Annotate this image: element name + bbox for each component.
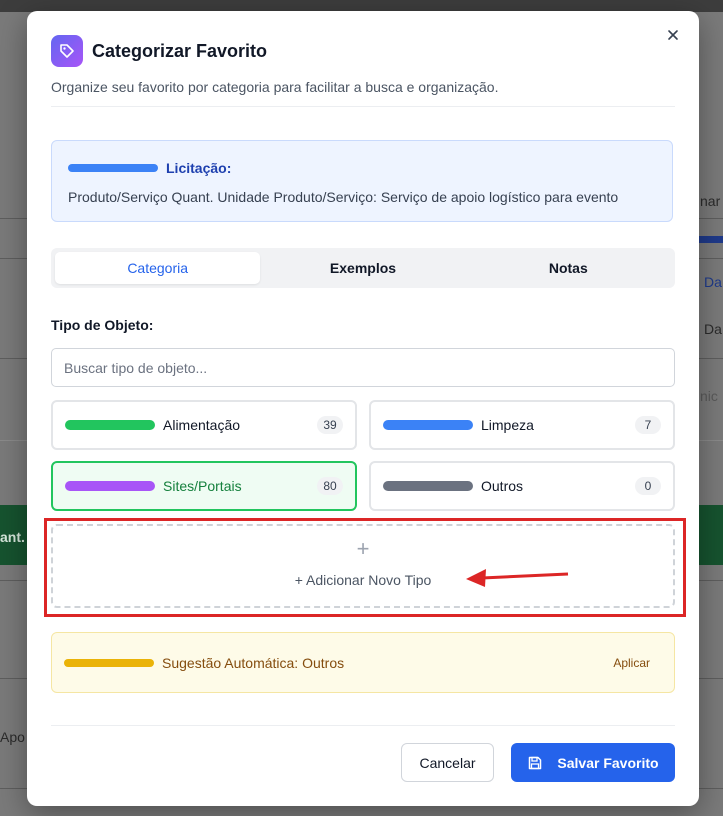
type-color-bar [65,481,155,491]
tipo-objeto-label: Tipo de Objeto: [51,317,154,333]
type-card-alimentacao[interactable]: Alimentação 39 [51,400,357,450]
licitacao-description: Produto/Serviço Quant. Unidade Produto/S… [68,189,619,205]
tag-icon [51,35,83,67]
modal-title: Categorizar Favorito [92,40,268,61]
type-count-badge: 80 [317,477,343,495]
background-text: Apo [0,729,25,745]
type-card-sites-portais[interactable]: Sites/Portais 80 [51,461,357,511]
annotation-arrow-icon [466,569,569,587]
tab-exemplos[interactable]: Exemplos [260,252,465,284]
save-icon [529,756,542,769]
type-label: Sites/Portais [163,478,242,494]
background-text: ant. [0,529,25,545]
suggestion-label: Sugestão Automática: Outros [162,654,345,671]
save-favorite-button[interactable]: Salvar Favorito [511,743,675,782]
search-type-input[interactable] [51,348,675,387]
add-new-type-button[interactable]: + + Adicionar Novo Tipo [51,524,675,608]
type-color-bar [65,420,155,430]
type-color-bar [383,481,473,491]
auto-suggestion-box: Sugestão Automática: Outros Aplicar [51,632,675,693]
apply-suggestion-button[interactable]: Aplicar [601,652,662,674]
plus-icon: + [356,536,370,561]
header-divider [51,106,675,107]
type-label: Alimentação [163,417,241,433]
type-count-badge: 0 [635,477,661,495]
tab-categoria[interactable]: Categoria [55,252,261,284]
type-color-bar [383,420,473,430]
tab-notas[interactable]: Notas [466,252,671,284]
licitacao-color-bar [68,164,158,172]
modal-header: Categorizar Favorito Organize seu favori… [51,35,675,95]
footer-divider [51,725,675,726]
type-count-badge: 7 [635,416,661,434]
type-count-badge: 39 [317,416,343,434]
cancel-button[interactable]: Cancelar [401,743,494,782]
suggestion-color-bar [64,658,154,667]
type-card-limpeza[interactable]: Limpeza 7 [369,400,675,450]
save-favorite-label: Salvar Favorito [557,754,659,771]
background-text: Da [704,321,722,337]
tab-list: Categoria Exemplos Notas [51,248,675,288]
background-text: nic [700,388,718,404]
type-label: Limpeza [481,417,534,433]
modal-subtitle: Organize seu favorito por categoria para… [51,79,499,95]
background-text: Da [704,274,722,290]
licitacao-info-box: Licitação: Produto/Serviço Quant. Unidad… [51,140,673,222]
licitacao-label: Licitação: [166,160,232,176]
type-label: Outros [481,478,524,494]
add-new-type-label: + Adicionar Novo Tipo [294,572,432,588]
background-accent [697,236,723,243]
type-card-outros[interactable]: Outros 0 [369,461,675,511]
categorize-favorite-modal: Categorizar Favorito Organize seu favori… [27,11,699,806]
background-text: nar [700,193,721,209]
